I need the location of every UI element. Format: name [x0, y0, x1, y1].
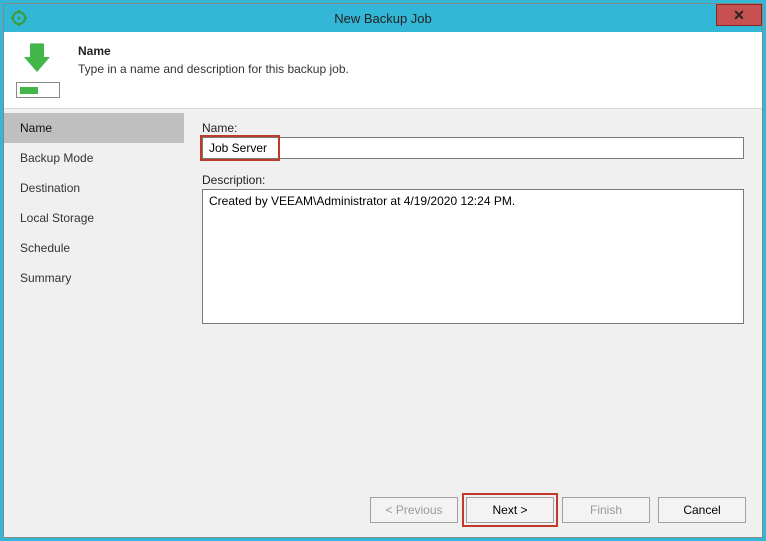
wizard-header: Name Type in a name and description for … — [4, 32, 762, 109]
header-subtext: Type in a name and description for this … — [78, 62, 349, 76]
step-sidebar: Name Backup Mode Destination Local Stora… — [4, 109, 184, 487]
wizard-body: Name Backup Mode Destination Local Stora… — [4, 109, 762, 487]
sidebar-item-backup-mode[interactable]: Backup Mode — [4, 143, 184, 173]
description-label: Description: — [202, 173, 744, 187]
cancel-button[interactable]: Cancel — [658, 497, 746, 523]
description-textarea[interactable] — [202, 189, 744, 324]
dialog-window: New Backup Job ✕ Name Type in a name and… — [3, 3, 763, 538]
titlebar: New Backup Job ✕ — [4, 4, 762, 32]
sidebar-item-destination[interactable]: Destination — [4, 173, 184, 203]
wizard-content: Name: Description: — [184, 109, 762, 487]
sidebar-item-summary[interactable]: Summary — [4, 263, 184, 293]
previous-button: < Previous — [370, 497, 458, 523]
header-graphic — [16, 42, 66, 98]
wizard-footer: < Previous Next > Finish Cancel — [4, 487, 762, 537]
sidebar-item-schedule[interactable]: Schedule — [4, 233, 184, 263]
name-label: Name: — [202, 121, 744, 135]
finish-button: Finish — [562, 497, 650, 523]
progress-icon — [16, 82, 60, 98]
sidebar-item-local-storage[interactable]: Local Storage — [4, 203, 184, 233]
sidebar-item-name[interactable]: Name — [4, 113, 184, 143]
close-button[interactable]: ✕ — [716, 4, 762, 26]
name-input[interactable] — [202, 137, 744, 159]
window-title: New Backup Job — [4, 11, 762, 26]
next-button[interactable]: Next > — [466, 497, 554, 523]
close-icon: ✕ — [733, 7, 745, 24]
header-heading: Name — [78, 44, 349, 58]
